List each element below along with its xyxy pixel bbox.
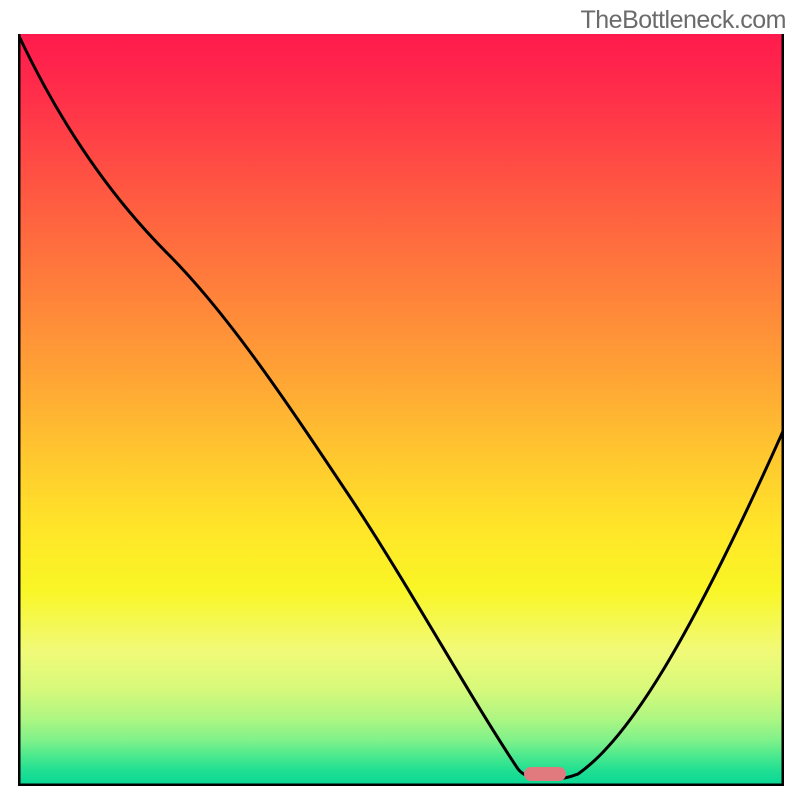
chart-area bbox=[18, 34, 784, 786]
watermark-text: TheBottleneck.com bbox=[581, 6, 787, 35]
optimal-marker bbox=[524, 767, 566, 781]
bottleneck-curve bbox=[18, 34, 784, 779]
curve-svg bbox=[18, 34, 784, 786]
